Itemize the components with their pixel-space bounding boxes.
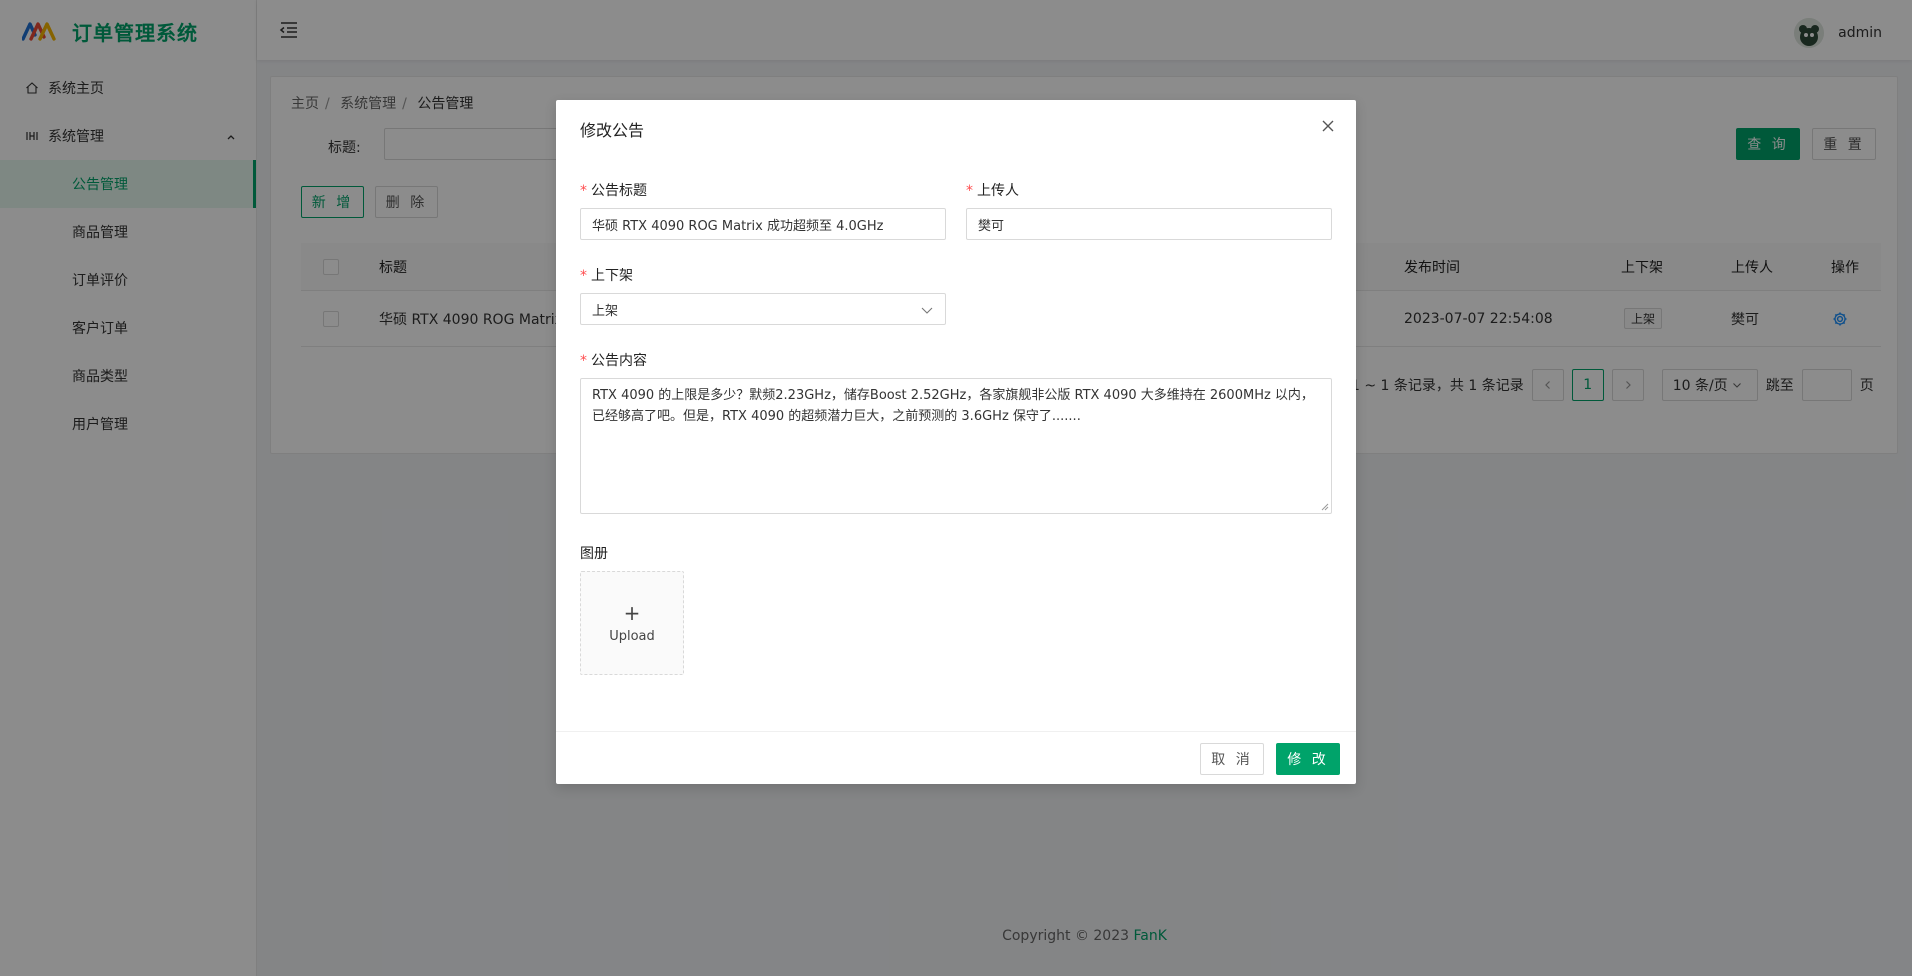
- cancel-button[interactable]: 取 消: [1200, 743, 1264, 775]
- status-label: * 上下架: [580, 268, 633, 284]
- upload-text: Upload: [609, 628, 655, 644]
- uploader-label-text: 上传人: [977, 183, 1019, 199]
- close-icon[interactable]: [1320, 118, 1336, 134]
- submit-button[interactable]: 修 改: [1276, 743, 1340, 775]
- uploader-input[interactable]: 樊可: [966, 208, 1332, 240]
- notice-title-input[interactable]: 华硕 RTX 4090 ROG Matrix 成功超频至 4.0GHz: [580, 208, 946, 240]
- edit-notice-modal: 修改公告 * 公告标题 华硕 RTX 4090 ROG Matrix 成功超频至 …: [556, 100, 1356, 784]
- upload-button[interactable]: + Upload: [580, 571, 684, 675]
- uploader-label: * 上传人: [966, 183, 1019, 199]
- notice-title-value: 华硕 RTX 4090 ROG Matrix 成功超频至 4.0GHz: [592, 218, 884, 234]
- modal-footer: 取 消 修 改: [556, 731, 1356, 784]
- modal-title: 修改公告: [580, 121, 645, 140]
- content-label-text: 公告内容: [591, 353, 647, 369]
- status-select-value: 上架: [592, 303, 619, 319]
- uploader-value: 樊可: [978, 218, 1005, 234]
- content-value: RTX 4090 的上限是多少？默频2.23GHz，储存Boost 2.52GH…: [592, 388, 1314, 424]
- status-label-text: 上下架: [591, 268, 633, 284]
- album-label: 图册: [580, 546, 608, 562]
- notice-title-label-text: 公告标题: [591, 183, 647, 199]
- content-textarea[interactable]: RTX 4090 的上限是多少？默频2.23GHz，储存Boost 2.52GH…: [580, 378, 1332, 514]
- status-select[interactable]: 上架: [580, 293, 946, 325]
- chevron-down-icon: [921, 307, 933, 314]
- notice-title-label: * 公告标题: [580, 183, 647, 199]
- resize-grip-icon[interactable]: [1321, 503, 1329, 511]
- content-label: * 公告内容: [580, 353, 647, 369]
- plus-icon: +: [623, 600, 641, 625]
